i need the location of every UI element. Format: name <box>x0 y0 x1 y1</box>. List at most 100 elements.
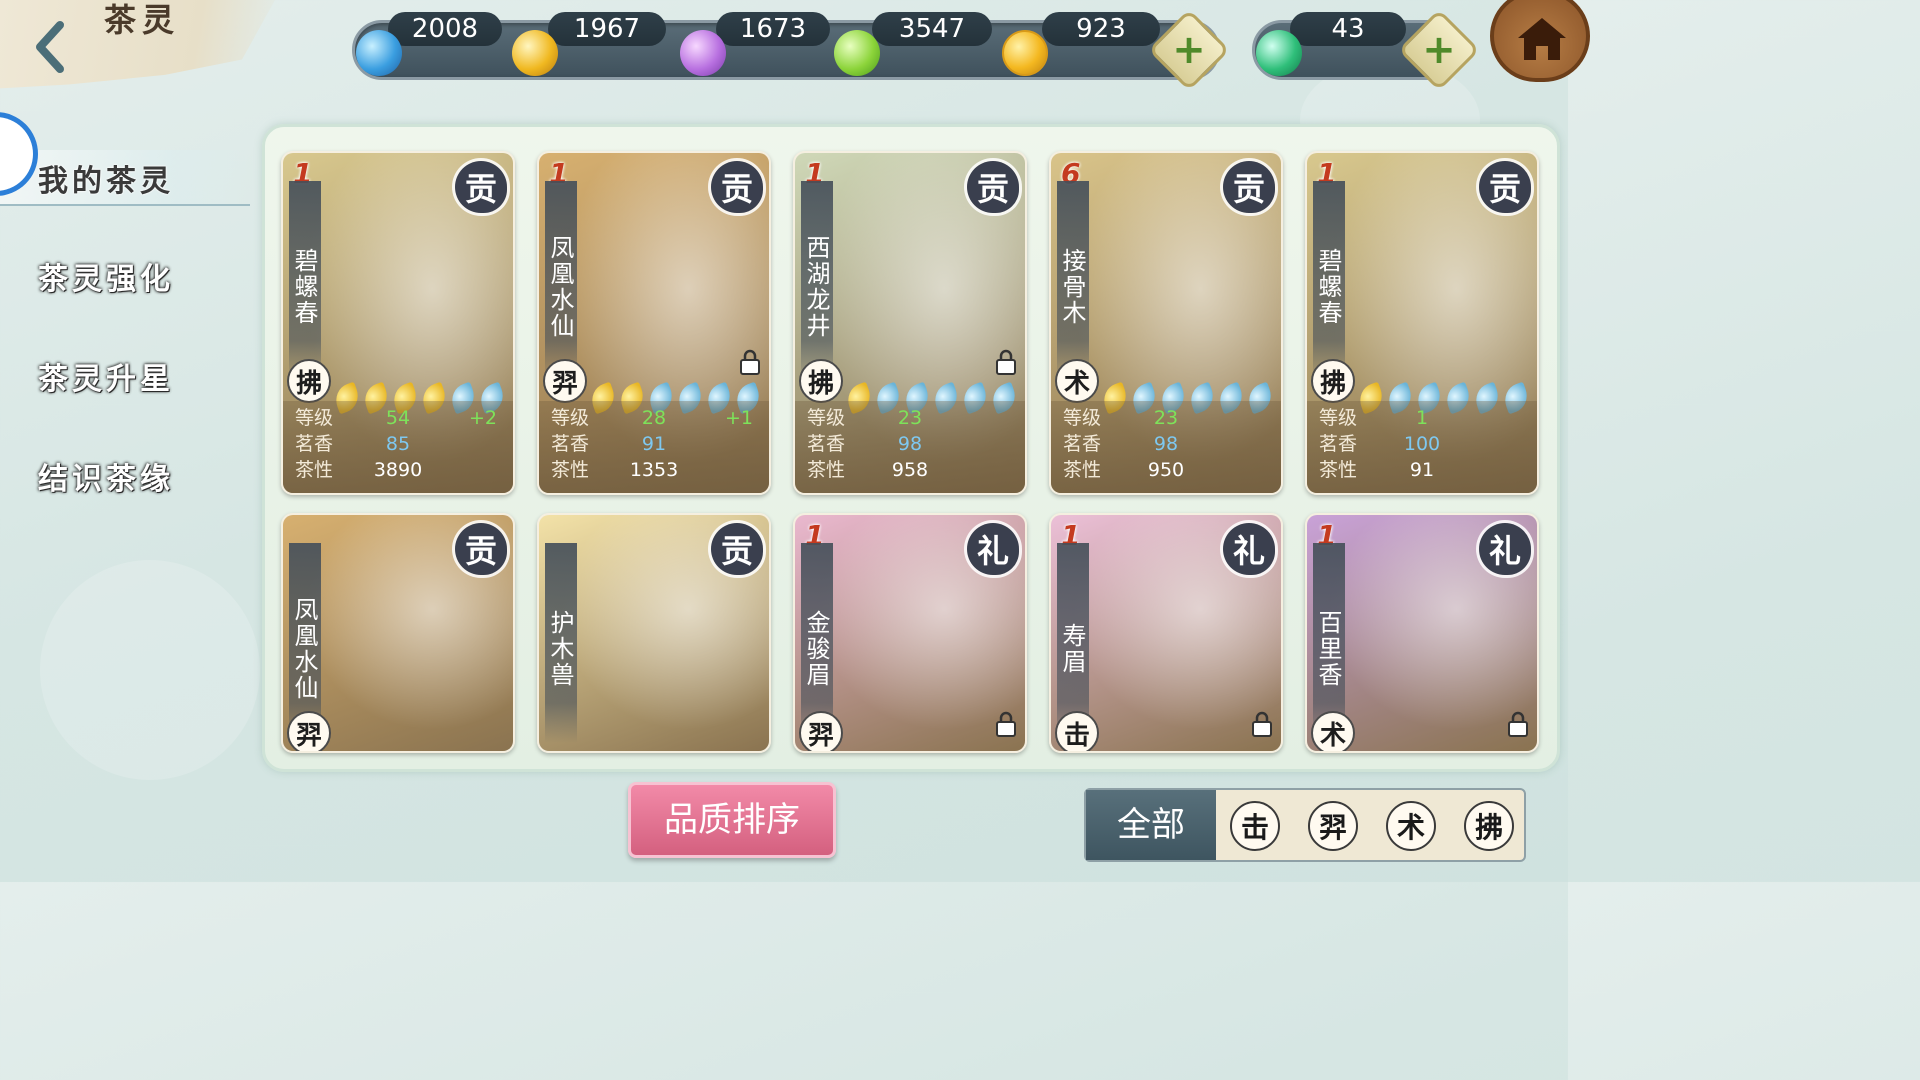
rank-badge: 贡 <box>1223 161 1275 213</box>
filter-type-fu[interactable]: 拂 <box>1464 801 1514 851</box>
lock-icon <box>1252 711 1272 737</box>
stat-row-aroma: 茗香 91 <box>549 431 759 457</box>
tea-spirit-card[interactable]: 凤凰水仙贡羿 <box>281 513 515 753</box>
jade-icon <box>1256 30 1302 76</box>
rank-badge: 礼 <box>967 523 1019 575</box>
stat-row-level: 等级 54 +2 <box>293 405 503 431</box>
tea-spirit-card[interactable]: 1 碧螺春 贡拂等级 1 茗香 100 茶性 91 <box>1305 151 1539 495</box>
jade-amount: 43 <box>1290 12 1406 46</box>
tea-spirit-card[interactable]: 1 西湖龙井贡拂等级 23 茗香 98 茶性 958 <box>793 151 1027 495</box>
blue-crystal-amount: 2008 <box>388 12 502 46</box>
stat-row-level: 等级 23 <box>805 405 1015 431</box>
character-name: 护木兽 <box>545 543 577 743</box>
lock-icon <box>740 349 760 375</box>
level-bonus: +1 <box>724 407 753 429</box>
tea-spirit-card[interactable]: 1 寿眉礼击 <box>1049 513 1283 753</box>
stat-row-nature: 茶性 958 <box>805 457 1015 483</box>
type-badge: 羿 <box>799 711 843 751</box>
aroma-value: 100 <box>1403 433 1441 455</box>
tea-spirit-card[interactable]: 6 接骨木贡术等级 23 茗香 98 茶性 950 <box>1049 151 1283 495</box>
green-crystal-icon <box>834 30 880 76</box>
stat-row-aroma: 茗香 98 <box>805 431 1015 457</box>
page-title: 茶灵 <box>104 1 181 39</box>
type-filter-bar: 全部 击 羿 术 拂 <box>1084 788 1526 862</box>
aroma-value: 85 <box>385 433 411 455</box>
tea-spirit-card[interactable]: 护木兽 贡 <box>537 513 771 753</box>
lock-icon <box>1508 711 1528 737</box>
rank-badge: 礼 <box>1479 523 1531 575</box>
menu-tea-spirit-star-up[interactable]: 茶灵升星 <box>38 354 228 400</box>
card-stats: 等级 28 +1 茗香 91 茶性 1353 <box>539 401 769 493</box>
nature-value: 3890 <box>373 459 423 481</box>
rank-badge: 贡 <box>711 523 763 575</box>
rank-badge: 贡 <box>1479 161 1531 213</box>
coin-icon <box>1002 30 1048 76</box>
stat-row-nature: 茶性 1353 <box>549 457 759 483</box>
nature-value: 950 <box>1147 459 1185 481</box>
rank-badge: 贡 <box>455 161 507 213</box>
rank-badge: 贡 <box>455 523 507 575</box>
rank-badge: 贡 <box>711 161 763 213</box>
filter-type-ji[interactable]: 击 <box>1230 801 1280 851</box>
sort-by-quality-button[interactable]: 品质排序 <box>628 782 836 858</box>
filter-type-yi[interactable]: 羿 <box>1308 801 1358 851</box>
tea-spirit-card[interactable]: 1 凤凰水仙贡羿等级 28 +1 茗香 91 茶性 1353 <box>537 151 771 495</box>
home-button[interactable] <box>1490 0 1590 82</box>
chevron-left-icon <box>36 21 64 73</box>
lock-icon <box>996 349 1016 375</box>
type-badge: 拂 <box>1311 359 1355 403</box>
green-crystal-amount: 3547 <box>872 12 992 46</box>
nature-value: 1353 <box>629 459 679 481</box>
character-name: 碧螺春 <box>289 181 321 381</box>
blue-crystal-icon <box>356 30 402 76</box>
character-name: 西湖龙井 <box>801 181 833 381</box>
back-button[interactable] <box>28 18 72 76</box>
tea-spirit-card[interactable]: 1 金骏眉礼羿 <box>793 513 1027 753</box>
stat-row-nature: 茶性 3890 <box>293 457 503 483</box>
character-name: 碧螺春 <box>1313 181 1345 381</box>
stat-row-nature: 茶性 950 <box>1061 457 1271 483</box>
character-name: 凤凰水仙 <box>545 181 577 381</box>
type-badge: 击 <box>1055 711 1099 751</box>
menu-tea-spirit-enhance[interactable]: 茶灵强化 <box>38 254 228 300</box>
purple-crystal-icon <box>680 30 726 76</box>
card-stats: 等级 1 茗香 100 茶性 91 <box>1307 401 1537 493</box>
character-name: 接骨木 <box>1057 181 1089 381</box>
background-decoration <box>40 560 260 780</box>
plus-icon: + <box>1422 27 1456 73</box>
card-stats: 等级 23 茗香 98 茶性 958 <box>795 401 1025 493</box>
card-stats: 等级 54 +2 茗香 85 茶性 3890 <box>283 401 513 493</box>
filter-all-button[interactable]: 全部 <box>1086 790 1216 860</box>
house-icon <box>1518 18 1566 60</box>
tea-spirit-card[interactable]: 1 碧螺春贡拂等级 54 +2 茗香 85 茶性 3890 <box>281 151 515 495</box>
level-value: 1 <box>1415 407 1429 429</box>
gold-crystal-icon <box>512 30 558 76</box>
level-value: 23 <box>897 407 923 429</box>
level-bonus: +2 <box>468 407 497 429</box>
type-badge: 羿 <box>543 359 587 403</box>
gold-crystal-amount: 1967 <box>548 12 666 46</box>
type-badge: 术 <box>1311 711 1355 751</box>
purple-crystal-amount: 1673 <box>716 12 830 46</box>
card-grid-panel: 1 碧螺春贡拂等级 54 +2 茗香 85 茶性 3890 1 凤凰水仙贡羿等级 28 +1 茗香 91 茶… <box>262 124 1560 772</box>
menu-my-tea-spirits[interactable]: 我的茶灵 <box>38 156 228 202</box>
type-badge: 羿 <box>287 711 331 751</box>
menu-meet-tea-fate[interactable]: 结识茶缘 <box>38 454 228 500</box>
rank-badge: 贡 <box>967 161 1019 213</box>
type-badge: 拂 <box>287 359 331 403</box>
nature-value: 91 <box>1409 459 1435 481</box>
coin-amount: 923 <box>1042 12 1160 46</box>
filter-type-shu[interactable]: 术 <box>1386 801 1436 851</box>
tea-spirit-card[interactable]: 1 百里香礼术 <box>1305 513 1539 753</box>
rank-badge: 礼 <box>1223 523 1275 575</box>
nature-value: 958 <box>891 459 929 481</box>
type-badge: 拂 <box>799 359 843 403</box>
aroma-value: 91 <box>641 433 667 455</box>
stat-row-aroma: 茗香 98 <box>1061 431 1271 457</box>
aroma-value: 98 <box>1153 433 1179 455</box>
stat-row-level: 等级 23 <box>1061 405 1271 431</box>
plus-icon: + <box>1172 27 1206 73</box>
aroma-value: 98 <box>897 433 923 455</box>
stat-row-level: 等级 1 <box>1317 405 1527 431</box>
type-badge: 术 <box>1055 359 1099 403</box>
